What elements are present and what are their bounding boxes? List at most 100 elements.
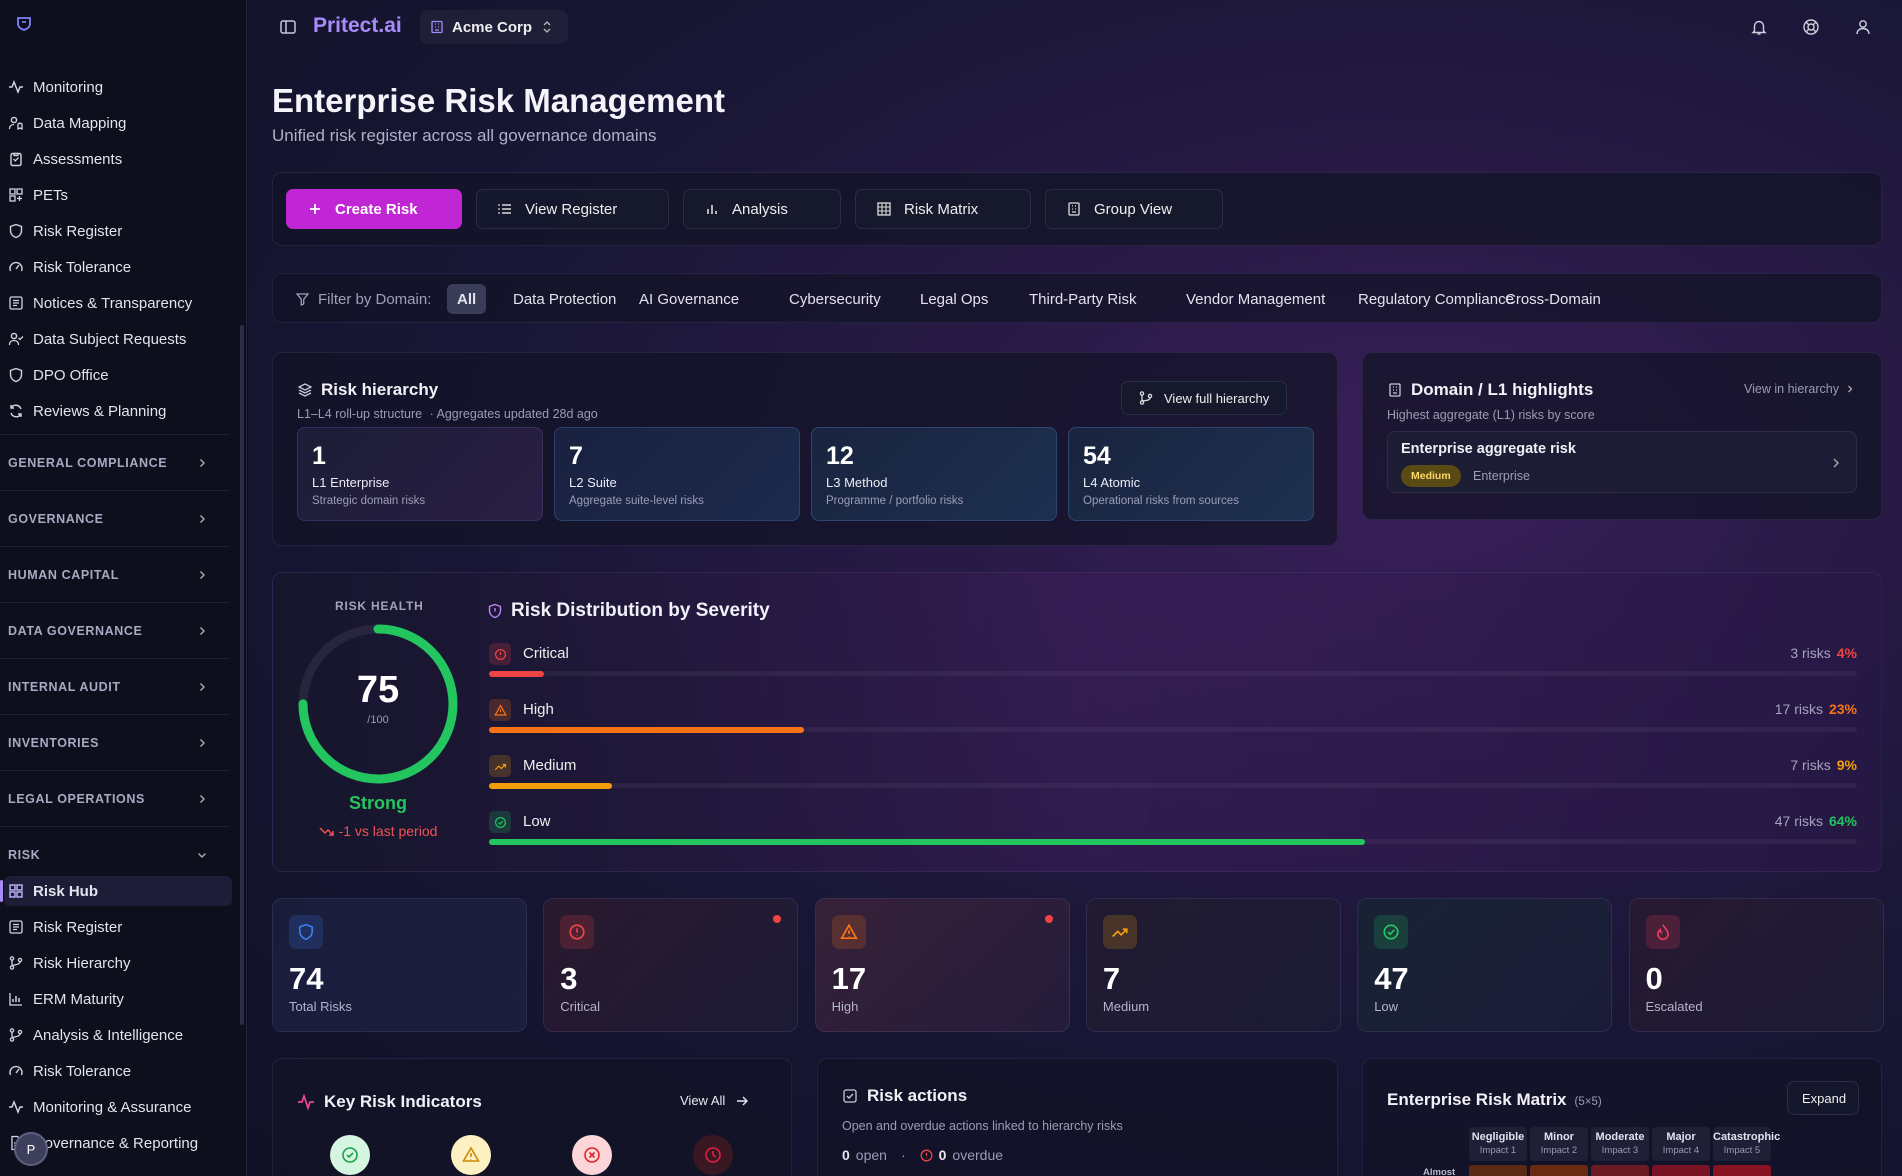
sidebar-scrollbar[interactable] [240, 325, 244, 1025]
sidebar-item-risk-register[interactable]: Risk Register [8, 216, 234, 246]
severity-percent: 23% [1828, 701, 1857, 717]
view-register-label: View Register [525, 200, 618, 218]
stat-card-low[interactable]: 47 Low [1357, 898, 1613, 1032]
sidebar-item-data-mapping[interactable]: Data Mapping [8, 108, 234, 138]
kri-status-warning[interactable] [451, 1135, 491, 1175]
top-bar: Pritect.ai Acme Corp [248, 0, 1902, 54]
filter-chip-data-protection[interactable]: Data Protection [503, 284, 626, 314]
sidebar-group-risk[interactable]: RISK [0, 826, 230, 882]
matrix-cell[interactable] [1652, 1165, 1710, 1176]
stat-card-critical[interactable]: 3 Critical [543, 898, 799, 1032]
create-risk-button[interactable]: Create Risk [286, 189, 462, 229]
kri-status-overdue[interactable] [693, 1135, 733, 1175]
help-icon[interactable] [1802, 18, 1820, 36]
trend-up-icon [1111, 928, 1128, 938]
matrix-cell[interactable] [1591, 1165, 1649, 1176]
sidebar-item-pets[interactable]: PETs [8, 180, 234, 210]
sidebar-item-risk-hub[interactable]: Risk Hub [0, 876, 232, 906]
user-icon[interactable] [1854, 18, 1872, 36]
matrix-cell[interactable] [1469, 1165, 1527, 1176]
sidebar-item-risk-tolerance[interactable]: Risk Tolerance [8, 252, 234, 282]
filter-chip-cybersecurity[interactable]: Cybersecurity [779, 284, 891, 314]
risk-health-trend: -1 vs last period [295, 823, 461, 839]
sidebar-item-label: Analysis & Intelligence [33, 1026, 184, 1044]
sidebar-item-erm-maturity[interactable]: ERM Maturity [8, 984, 234, 1014]
org-name: Acme Corp [452, 18, 533, 36]
level-count: 12 [826, 442, 854, 470]
matrix-cell[interactable] [1713, 1165, 1771, 1176]
matrix-row-label: Almost [1423, 1167, 1456, 1176]
stat-card-medium[interactable]: 7 Medium [1085, 898, 1341, 1032]
sidebar-group-internal-audit[interactable]: INTERNAL AUDIT [0, 658, 230, 714]
sidebar-item-dpo-office[interactable]: DPO Office [8, 360, 234, 390]
kri-view-all-link[interactable]: View All [680, 1093, 749, 1108]
filter-chip-cross-domain[interactable]: Cross-Domain [1495, 284, 1611, 314]
alert-circle-icon [494, 648, 506, 660]
sidebar-group-governance[interactable]: GOVERNANCE [0, 490, 230, 546]
hierarchy-level-card[interactable]: 12 L3 Method Programme / portfolio risks [811, 427, 1057, 521]
stat-card-escalated[interactable]: 0 Escalated [1628, 898, 1884, 1032]
avatar[interactable]: P [14, 1132, 48, 1166]
view-full-hierarchy-button[interactable]: View full hierarchy [1121, 381, 1287, 415]
hierarchy-level-card[interactable]: 1 L1 Enterprise Strategic domain risks [297, 427, 543, 521]
sidebar-item-label: ERM Maturity [33, 990, 124, 1008]
bell-icon[interactable] [1750, 18, 1768, 36]
severity-row-critical: Critical 3 risks 4% [489, 643, 1857, 687]
check-circle-icon [1383, 924, 1399, 940]
sidebar-item-data-subject-requests[interactable]: Data Subject Requests [8, 324, 234, 354]
kri-title: Key Risk Indicators [324, 1092, 482, 1111]
sidebar-item-risk-tolerance[interactable]: Risk Tolerance [8, 1056, 234, 1086]
stat-card-total-risks[interactable]: 74 Total Risks [272, 898, 527, 1032]
sidebar-group-human-capital[interactable]: HUMAN CAPITAL [0, 546, 230, 602]
sidebar-item-analysis-and-intelligence[interactable]: Analysis & Intelligence [8, 1020, 234, 1050]
group-view-button[interactable]: Group View [1045, 189, 1223, 229]
sidebar-item-reviews-and-planning[interactable]: Reviews & Planning [8, 396, 234, 426]
sidebar-toggle-icon[interactable] [279, 18, 297, 36]
level-name: L4 Atomic [1083, 475, 1141, 490]
chevron-right-icon [200, 514, 205, 523]
hierarchy-level-card[interactable]: 54 L4 Atomic Operational risks from sour… [1068, 427, 1314, 521]
severity-count: 7 risks 9% [1790, 757, 1857, 773]
risk-matrix-button[interactable]: Risk Matrix [855, 189, 1031, 229]
level-description: Aggregate suite-level risks [569, 495, 704, 507]
view-register-button[interactable]: View Register [476, 189, 669, 229]
expand-matrix-button[interactable]: Expand [1787, 1081, 1859, 1115]
brand-logo-text[interactable]: Pritect.ai [313, 14, 402, 38]
sidebar-item-assessments[interactable]: Assessments [8, 144, 234, 174]
sidebar-group-inventories[interactable]: INVENTORIES [0, 714, 230, 770]
sidebar-item-label: Notices & Transparency [33, 294, 193, 312]
severity-bar [489, 839, 1365, 845]
user-check-icon [8, 332, 24, 346]
highlight-item[interactable]: Enterprise aggregate risk Medium Enterpr… [1387, 431, 1857, 493]
stat-icon-badge [831, 915, 866, 949]
filter-chip-legal-ops[interactable]: Legal Ops [910, 284, 998, 314]
filter-chip-third-party-risk[interactable]: Third-Party Risk [1019, 284, 1147, 314]
kri-status-ok[interactable] [330, 1135, 370, 1175]
sidebar-item-monitoring-and-assurance[interactable]: Monitoring & Assurance [8, 1092, 234, 1122]
filter-chip-all[interactable]: All [447, 284, 487, 314]
stat-card-high[interactable]: 17 High [814, 898, 1070, 1032]
sidebar-group-data-governance[interactable]: DATA GOVERNANCE [0, 602, 230, 658]
kri-status-breach[interactable] [572, 1135, 612, 1175]
sidebar-group-general-compliance[interactable]: GENERAL COMPLIANCE [0, 434, 230, 490]
shield-icon [299, 923, 313, 941]
filter-chip-vendor-management[interactable]: Vendor Management [1176, 284, 1335, 314]
severity-percent: 64% [1828, 813, 1857, 829]
sidebar-item-monitoring[interactable]: Monitoring [8, 72, 234, 102]
filter-chip-ai-governance[interactable]: AI Governance [629, 284, 749, 314]
hierarchy-level-card[interactable]: 7 L2 Suite Aggregate suite-level risks [554, 427, 800, 521]
org-switcher[interactable]: Acme Corp [420, 10, 569, 44]
page-title: Enterprise Risk Management [272, 82, 725, 119]
app-logo-icon[interactable] [16, 16, 32, 32]
view-in-hierarchy-link[interactable]: View in hierarchy [1744, 382, 1855, 396]
matrix-cell[interactable] [1530, 1165, 1588, 1176]
create-risk-label: Create Risk [335, 200, 418, 218]
sidebar-group-legal-operations[interactable]: LEGAL OPERATIONS [0, 770, 230, 826]
analysis-button[interactable]: Analysis [683, 189, 841, 229]
sidebar-item-notices-and-transparency[interactable]: Notices & Transparency [8, 288, 234, 318]
severity-bar [489, 671, 544, 677]
sidebar-item-risk-register[interactable]: Risk Register [8, 912, 234, 942]
branch-icon [1139, 391, 1153, 405]
sidebar-item-risk-hierarchy[interactable]: Risk Hierarchy [8, 948, 234, 978]
highlight-item-title: Enterprise aggregate risk [1401, 441, 1576, 457]
